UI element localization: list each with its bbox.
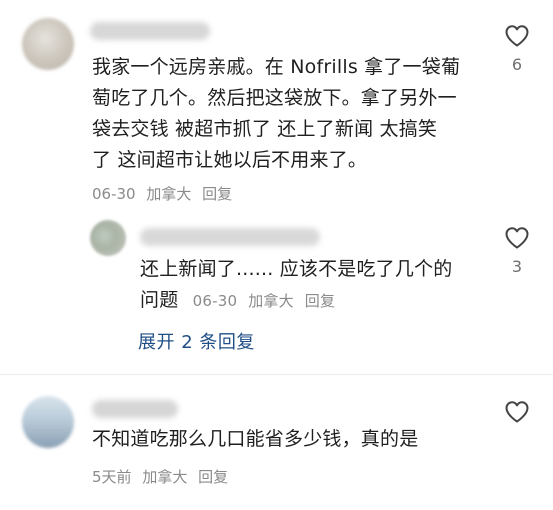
comment-text-line: 袋去交钱 被超市抓了 还上了新闻 太搞笑 bbox=[92, 118, 438, 140]
avatar[interactable] bbox=[90, 220, 126, 256]
avatar[interactable] bbox=[22, 396, 74, 448]
reply-text-tail: 问题 bbox=[140, 289, 179, 311]
expand-replies-button[interactable]: 展开 2 条回复 bbox=[138, 328, 255, 354]
reply-button[interactable]: 回复 bbox=[202, 185, 232, 203]
reply-date: 06-30 bbox=[192, 292, 238, 310]
reply-button[interactable]: 回复 bbox=[198, 468, 228, 486]
reply-text-line: 问题 06-30 加拿大 回复 bbox=[140, 285, 510, 317]
heart-icon bbox=[505, 25, 529, 47]
comment-text-line: 了 这间超市让她以后不用来了。 bbox=[92, 149, 368, 171]
heart-icon bbox=[505, 227, 529, 249]
like-button[interactable]: 6 bbox=[497, 24, 537, 74]
reply-meta: 06-30 加拿大 回复 bbox=[193, 292, 342, 310]
like-count: 6 bbox=[511, 55, 523, 74]
reply-text-line: 还上新闻了...... 应该不是吃了几个的 bbox=[140, 258, 453, 280]
username-blurred[interactable] bbox=[92, 400, 178, 418]
like-button[interactable]: 3 bbox=[497, 226, 537, 276]
like-count: 3 bbox=[511, 257, 523, 276]
reply-location: 加拿大 bbox=[248, 292, 294, 310]
comment-text-line: 萄吃了几个。然后把这袋放下。拿了另外一 bbox=[92, 87, 457, 109]
reply-button[interactable]: 回复 bbox=[305, 292, 335, 310]
comment-date: 06-30 bbox=[92, 185, 136, 203]
avatar[interactable] bbox=[22, 18, 74, 70]
like-button[interactable] bbox=[497, 400, 537, 424]
comment-meta: 06-30 加拿大 回复 bbox=[92, 183, 238, 204]
reply-text: 还上新闻了...... 应该不是吃了几个的 问题 06-30 加拿大 回复 bbox=[140, 254, 510, 317]
comment-location: 加拿大 bbox=[146, 185, 192, 203]
comment-text: 我家一个远房亲戚。在 Nofrills 拿了一袋葡 萄吃了几个。然后把这袋放下。… bbox=[92, 52, 492, 176]
comment-date: 5天前 bbox=[92, 468, 132, 486]
comment-text-line: 我家一个远房亲戚。在 Nofrills 拿了一袋葡 bbox=[92, 56, 461, 78]
comment-meta: 5天前 加拿大 回复 bbox=[92, 466, 234, 487]
comment-location: 加拿大 bbox=[142, 468, 188, 486]
comment-text: 不知道吃那么几口能省多少钱，真的是 bbox=[92, 428, 419, 450]
heart-icon bbox=[505, 401, 529, 423]
username-blurred[interactable] bbox=[90, 22, 210, 40]
divider bbox=[0, 374, 553, 375]
username-blurred[interactable] bbox=[140, 228, 320, 246]
